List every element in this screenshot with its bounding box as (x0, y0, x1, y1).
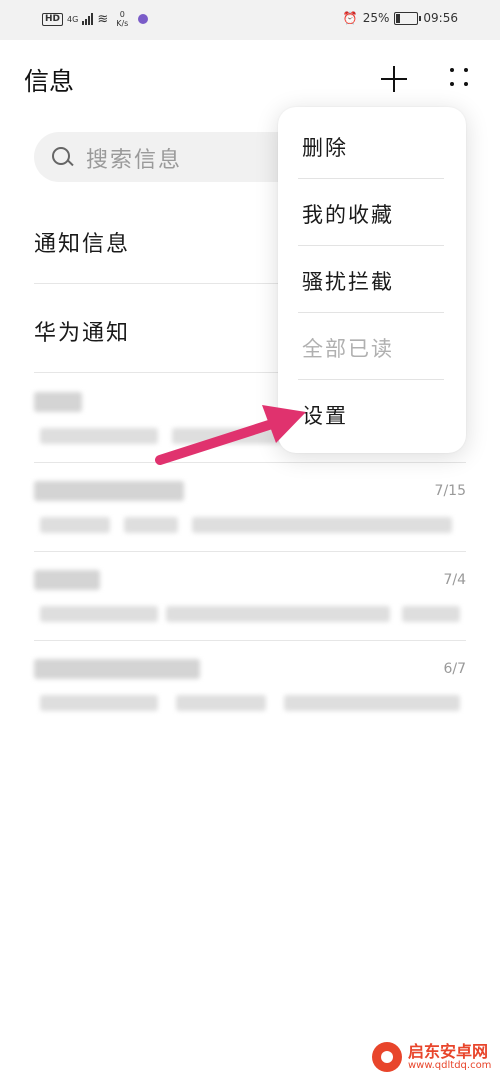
watermark-brand: 启东安卓网 (408, 1041, 489, 1061)
watermark-logo-icon (372, 1042, 402, 1072)
watermark-url: www.qdltdq.com (408, 1060, 492, 1072)
watermark: 启东安卓网 www.qdltdq.com (372, 1042, 491, 1072)
watermark-text: 启东安卓网 www.qdltdq.com (408, 1043, 491, 1072)
annotation-arrow-icon (155, 405, 306, 465)
